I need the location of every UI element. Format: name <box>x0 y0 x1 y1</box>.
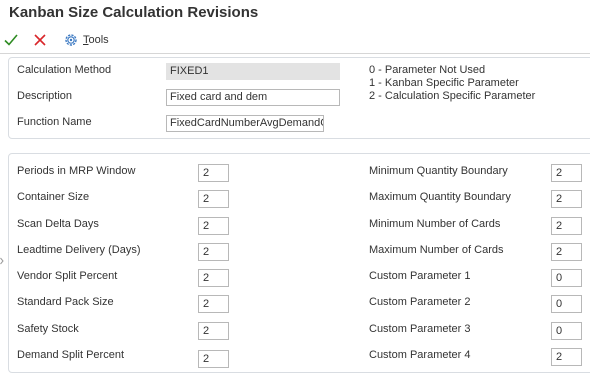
minimum-quantity-boundary-input[interactable]: 2 <box>551 164 582 182</box>
function-name-field[interactable]: FixedCardNumberAvgDemandC <box>166 115 324 132</box>
description-field[interactable]: Fixed card and dem <box>166 89 340 106</box>
vendor-split-percent-input[interactable]: 2 <box>198 269 229 287</box>
parameter-legend: 0 - Parameter Not Used 1 - Kanban Specif… <box>369 64 535 103</box>
scan-delta-days-input[interactable]: 2 <box>198 217 229 235</box>
tools-button[interactable]: Tools <box>63 27 123 53</box>
custom-parameter-3-input[interactable]: 0 <box>551 322 582 340</box>
function-name-label: Function Name <box>17 116 92 128</box>
gear-icon <box>65 34 77 46</box>
maximum-quantity-boundary-input[interactable]: 2 <box>551 190 582 208</box>
safety-stock-input[interactable]: 2 <box>198 322 229 340</box>
container-size-label: Container Size <box>17 191 90 203</box>
standard-pack-size-input[interactable]: 2 <box>198 295 229 313</box>
custom-parameter-2-input[interactable]: 0 <box>551 295 582 313</box>
safety-stock-label: Safety Stock <box>17 323 79 335</box>
leadtime-delivery-label: Leadtime Delivery (Days) <box>17 244 141 256</box>
periods-in-mrp-window-label: Periods in MRP Window <box>17 165 136 177</box>
demand-split-percent-label: Demand Split Percent <box>17 349 124 361</box>
scan-delta-days-label: Scan Delta Days <box>17 218 99 230</box>
title-bar: Kanban Size Calculation Revisions <box>0 0 590 27</box>
x-icon <box>34 34 46 46</box>
cancel-button[interactable] <box>32 27 52 53</box>
chevron-right-icon <box>0 257 4 265</box>
legend-item: 2 - Calculation Specific Parameter <box>369 90 536 102</box>
maximum-quantity-boundary-label: Maximum Quantity Boundary <box>369 191 511 203</box>
demand-split-percent-input[interactable]: 2 <box>198 350 229 368</box>
maximum-number-of-cards-input[interactable]: 2 <box>551 243 582 261</box>
checkmark-icon <box>4 34 18 46</box>
minimum-number-of-cards-label: Minimum Number of Cards <box>369 218 501 230</box>
custom-parameter-1-input[interactable]: 0 <box>551 269 582 287</box>
minimum-number-of-cards-input[interactable]: 2 <box>551 217 582 235</box>
leadtime-delivery-input[interactable]: 2 <box>198 243 229 261</box>
custom-parameter-3-label: Custom Parameter 3 <box>369 323 471 335</box>
custom-parameter-1-label: Custom Parameter 1 <box>369 270 471 282</box>
custom-parameter-4-label: Custom Parameter 4 <box>369 349 471 361</box>
description-label: Description <box>17 90 73 102</box>
legend-item: 0 - Parameter Not Used <box>369 64 486 76</box>
tools-label: Tools <box>83 34 109 46</box>
toolbar: Tools <box>0 27 590 54</box>
custom-parameter-2-label: Custom Parameter 2 <box>369 296 471 308</box>
legend-item: 1 - Kanban Specific Parameter <box>369 77 519 89</box>
ok-button[interactable] <box>3 27 23 53</box>
parameters-panel <box>8 153 590 373</box>
vendor-split-percent-label: Vendor Split Percent <box>17 270 118 282</box>
periods-in-mrp-window-input[interactable]: 2 <box>198 164 229 182</box>
standard-pack-size-label: Standard Pack Size <box>17 296 114 308</box>
calculation-method-label: Calculation Method <box>17 64 112 76</box>
container-size-input[interactable]: 2 <box>198 190 229 208</box>
maximum-number-of-cards-label: Maximum Number of Cards <box>369 244 504 256</box>
minimum-quantity-boundary-label: Minimum Quantity Boundary <box>369 165 508 177</box>
calculation-method-field: FIXED1 <box>166 63 340 80</box>
page-title: Kanban Size Calculation Revisions <box>9 4 259 21</box>
collapse-handle[interactable] <box>0 253 4 269</box>
custom-parameter-4-input[interactable]: 2 <box>551 348 582 366</box>
